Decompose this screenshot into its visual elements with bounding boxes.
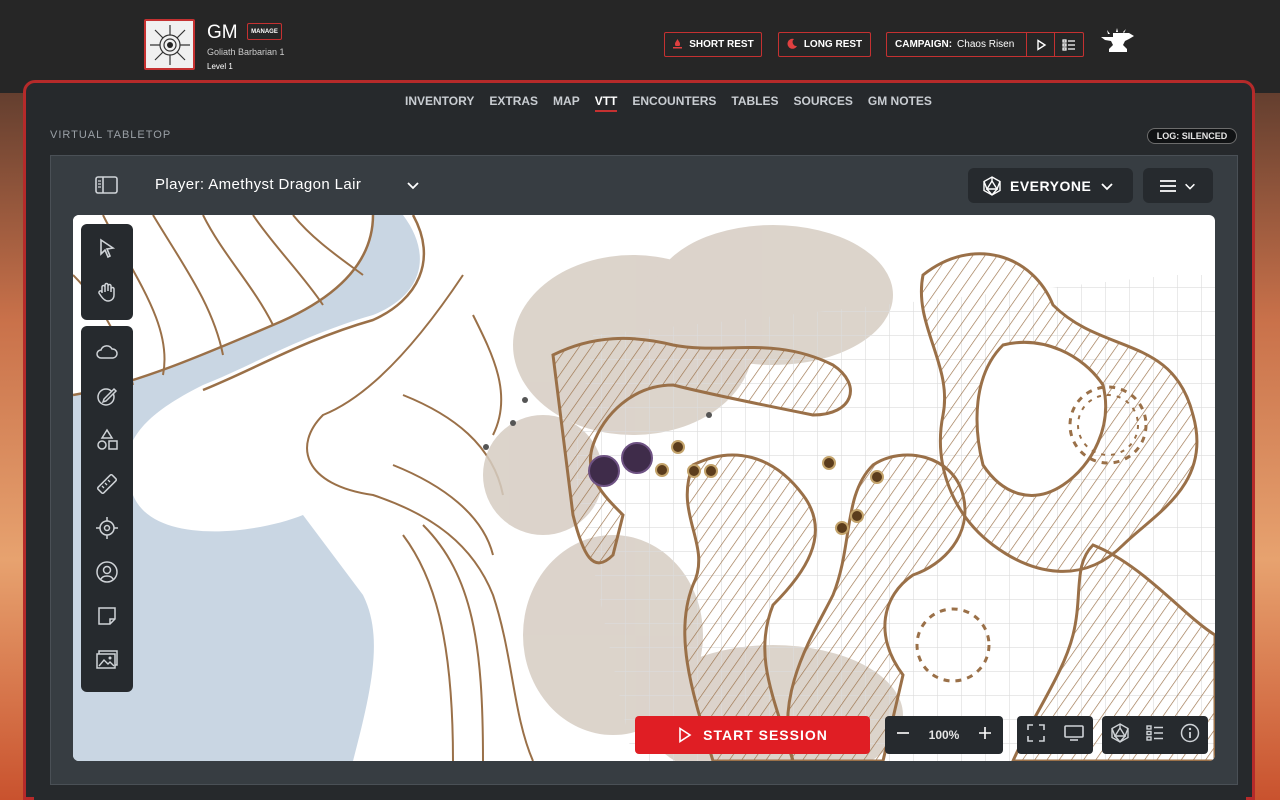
select-tool[interactable]	[81, 228, 133, 268]
section-title: VIRTUAL TABLETOP	[50, 129, 172, 141]
zoom-out-button[interactable]	[895, 725, 911, 746]
tab-nav: INVENTORY EXTRAS MAP VTT ENCOUNTERS TABL…	[405, 94, 947, 112]
manage-button[interactable]: MANAGE	[247, 23, 282, 40]
dice-button[interactable]	[1110, 722, 1130, 748]
campaign-bar: CAMPAIGN: Chaos Risen	[886, 32, 1084, 57]
zoom-in-button[interactable]	[977, 725, 993, 746]
tab-vtt[interactable]: VTT	[594, 94, 617, 112]
play-icon	[679, 727, 692, 743]
fog-tool[interactable]	[81, 332, 133, 372]
minus-icon	[897, 731, 909, 734]
hamburger-icon	[1160, 179, 1176, 192]
character-level: Level 1	[207, 62, 233, 71]
long-rest-button[interactable]: LONG REST	[778, 32, 871, 57]
plus-icon	[978, 726, 991, 739]
tab-sources[interactable]: SOURCES	[794, 94, 853, 108]
tab-extras[interactable]: EXTRAS	[489, 94, 538, 108]
tab-gm-notes[interactable]: GM NOTES	[868, 94, 932, 108]
tool-group-navigation	[81, 224, 133, 320]
campaign-play-button[interactable]	[1025, 33, 1055, 56]
campaign-label: CAMPAIGN:	[895, 39, 953, 50]
zoom-controls: 100%	[885, 716, 1003, 754]
d20-icon	[983, 175, 1001, 196]
character-subtitle: Goliath Barbarian 1	[207, 47, 285, 57]
info-button[interactable]	[1180, 723, 1200, 748]
moon-icon	[787, 38, 798, 52]
fullscreen-icon	[1026, 723, 1045, 742]
tab-map[interactable]: MAP	[553, 94, 580, 108]
pan-tool[interactable]	[81, 272, 133, 312]
sticky-note-icon	[98, 607, 116, 625]
fullscreen-button[interactable]	[1026, 723, 1045, 747]
user-circle-icon	[96, 561, 118, 583]
map-artwork	[73, 215, 1215, 761]
display-button[interactable]	[1063, 724, 1084, 747]
audience-label: EVERYONE	[1010, 177, 1092, 194]
token-tool[interactable]	[81, 552, 133, 592]
audience-select[interactable]: EVERYONE	[968, 168, 1133, 203]
anvil-logo-icon[interactable]	[1099, 27, 1136, 59]
log-status-badge[interactable]: LOG: SILENCED	[1147, 128, 1237, 144]
hand-icon	[98, 282, 115, 302]
avatar[interactable]	[144, 19, 195, 70]
start-session-button[interactable]: START SESSION	[635, 716, 870, 754]
play-icon	[1036, 38, 1046, 51]
info-icon	[1180, 723, 1200, 742]
crosshair-icon	[96, 517, 118, 539]
start-session-label: START SESSION	[703, 727, 828, 743]
view-controls	[1017, 716, 1093, 754]
pencil-icon	[97, 387, 118, 406]
sidebar-toggle-icon[interactable]	[95, 175, 119, 195]
shapes-icon	[97, 428, 118, 450]
tool-group-drawing	[81, 326, 133, 692]
measure-tool[interactable]	[81, 464, 133, 504]
initiative-list-button[interactable]	[1146, 724, 1164, 747]
character-name: GM	[207, 22, 238, 43]
ruler-icon	[96, 473, 118, 495]
chevron-down-icon	[1101, 182, 1113, 190]
list-icon	[1146, 724, 1163, 741]
tab-tables[interactable]: TABLES	[731, 94, 778, 108]
campaign-list-button[interactable]	[1054, 33, 1083, 56]
note-tool[interactable]	[81, 596, 133, 636]
shapes-tool[interactable]	[81, 420, 133, 460]
d20-icon	[1111, 722, 1129, 743]
short-rest-button[interactable]: SHORT REST	[664, 32, 762, 57]
cursor-icon	[100, 238, 116, 259]
chevron-down-icon	[1185, 183, 1195, 190]
short-rest-label: SHORT REST	[689, 39, 754, 50]
list-icon	[1062, 38, 1076, 51]
tab-encounters[interactable]: ENCOUNTERS	[632, 94, 716, 108]
campaign-name[interactable]: Chaos Risen	[952, 39, 1026, 50]
target-tool[interactable]	[81, 508, 133, 548]
info-controls	[1102, 716, 1208, 754]
cloud-icon	[96, 345, 118, 359]
campfire-icon	[672, 38, 683, 52]
vtt-menu-button[interactable]	[1143, 168, 1213, 203]
monitor-icon	[1063, 724, 1084, 741]
long-rest-label: LONG REST	[803, 39, 863, 50]
image-tool[interactable]	[81, 640, 133, 680]
chevron-down-icon[interactable]	[405, 177, 421, 193]
zoom-level[interactable]: 100%	[929, 728, 960, 742]
scene-name[interactable]: Player: Amethyst Dragon Lair	[155, 176, 361, 193]
vtt-map-canvas[interactable]	[73, 215, 1215, 761]
image-icon	[96, 650, 118, 669]
draw-tool[interactable]	[81, 376, 133, 416]
tab-inventory[interactable]: INVENTORY	[405, 94, 474, 108]
